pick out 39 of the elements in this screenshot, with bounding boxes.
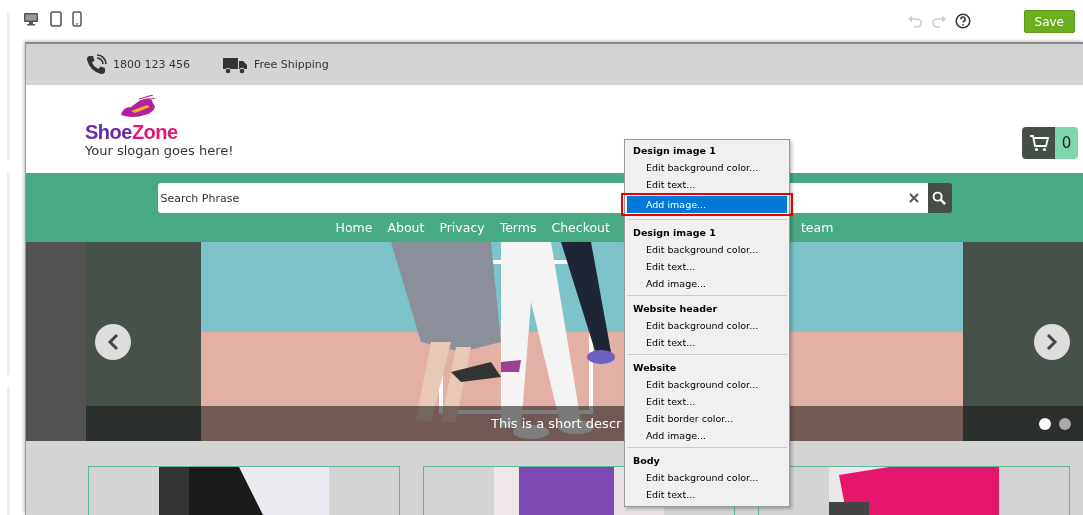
search-button[interactable] xyxy=(927,183,952,213)
phone-number: 1800 123 456 xyxy=(113,58,190,71)
slide-caption: This is a short descr xyxy=(491,416,622,431)
close-icon[interactable] xyxy=(908,193,919,203)
mobile-phone-icon[interactable] xyxy=(72,11,82,27)
menu-section-title: Website header xyxy=(632,302,719,316)
menu-item[interactable]: Edit background color... xyxy=(627,317,787,334)
menu-item[interactable]: Edit text... xyxy=(627,486,787,503)
menu-item[interactable]: Edit text... xyxy=(627,393,787,410)
slide-dot[interactable] xyxy=(1039,417,1051,430)
menu-section-title: Design image 1 xyxy=(632,226,717,240)
slogan: Your slogan goes here! xyxy=(85,143,234,159)
menu-item[interactable]: Add image... xyxy=(627,196,787,213)
menu-section-title: Website xyxy=(632,361,678,375)
menu-item[interactable]: Edit background color... xyxy=(627,376,787,393)
menu-item[interactable]: Edit text... xyxy=(627,334,787,351)
cart-button[interactable] xyxy=(1022,127,1055,159)
help-icon[interactable] xyxy=(954,13,971,29)
cart-icon xyxy=(1028,134,1049,152)
menu-item[interactable]: Edit background color... xyxy=(627,241,787,258)
shipping-text: Free Shipping xyxy=(254,58,329,71)
menu-item[interactable]: Edit border color... xyxy=(627,410,787,427)
slide-dot[interactable] xyxy=(1059,417,1071,430)
menu-item[interactable]: Edit background color... xyxy=(627,159,787,176)
menu-item[interactable]: Edit background color... xyxy=(627,469,787,486)
menu-section-title: Body xyxy=(632,454,661,468)
brand-name: ShoeZone xyxy=(85,121,178,143)
monitor-icon[interactable] xyxy=(22,11,40,27)
menu-section-title: Design image 1 xyxy=(632,144,717,158)
menu-item[interactable]: Add image... xyxy=(627,275,787,292)
product-card[interactable] xyxy=(88,466,400,515)
search-icon xyxy=(932,190,947,206)
chevron-left-icon xyxy=(107,333,119,351)
menu-item[interactable]: Add image... xyxy=(627,427,787,444)
phone-icon xyxy=(85,53,107,76)
chevron-right-icon xyxy=(1046,333,1058,351)
cart-count: 0 xyxy=(1055,127,1078,159)
tablet-icon[interactable] xyxy=(50,11,62,27)
menu-item[interactable]: Edit text... xyxy=(627,258,787,275)
